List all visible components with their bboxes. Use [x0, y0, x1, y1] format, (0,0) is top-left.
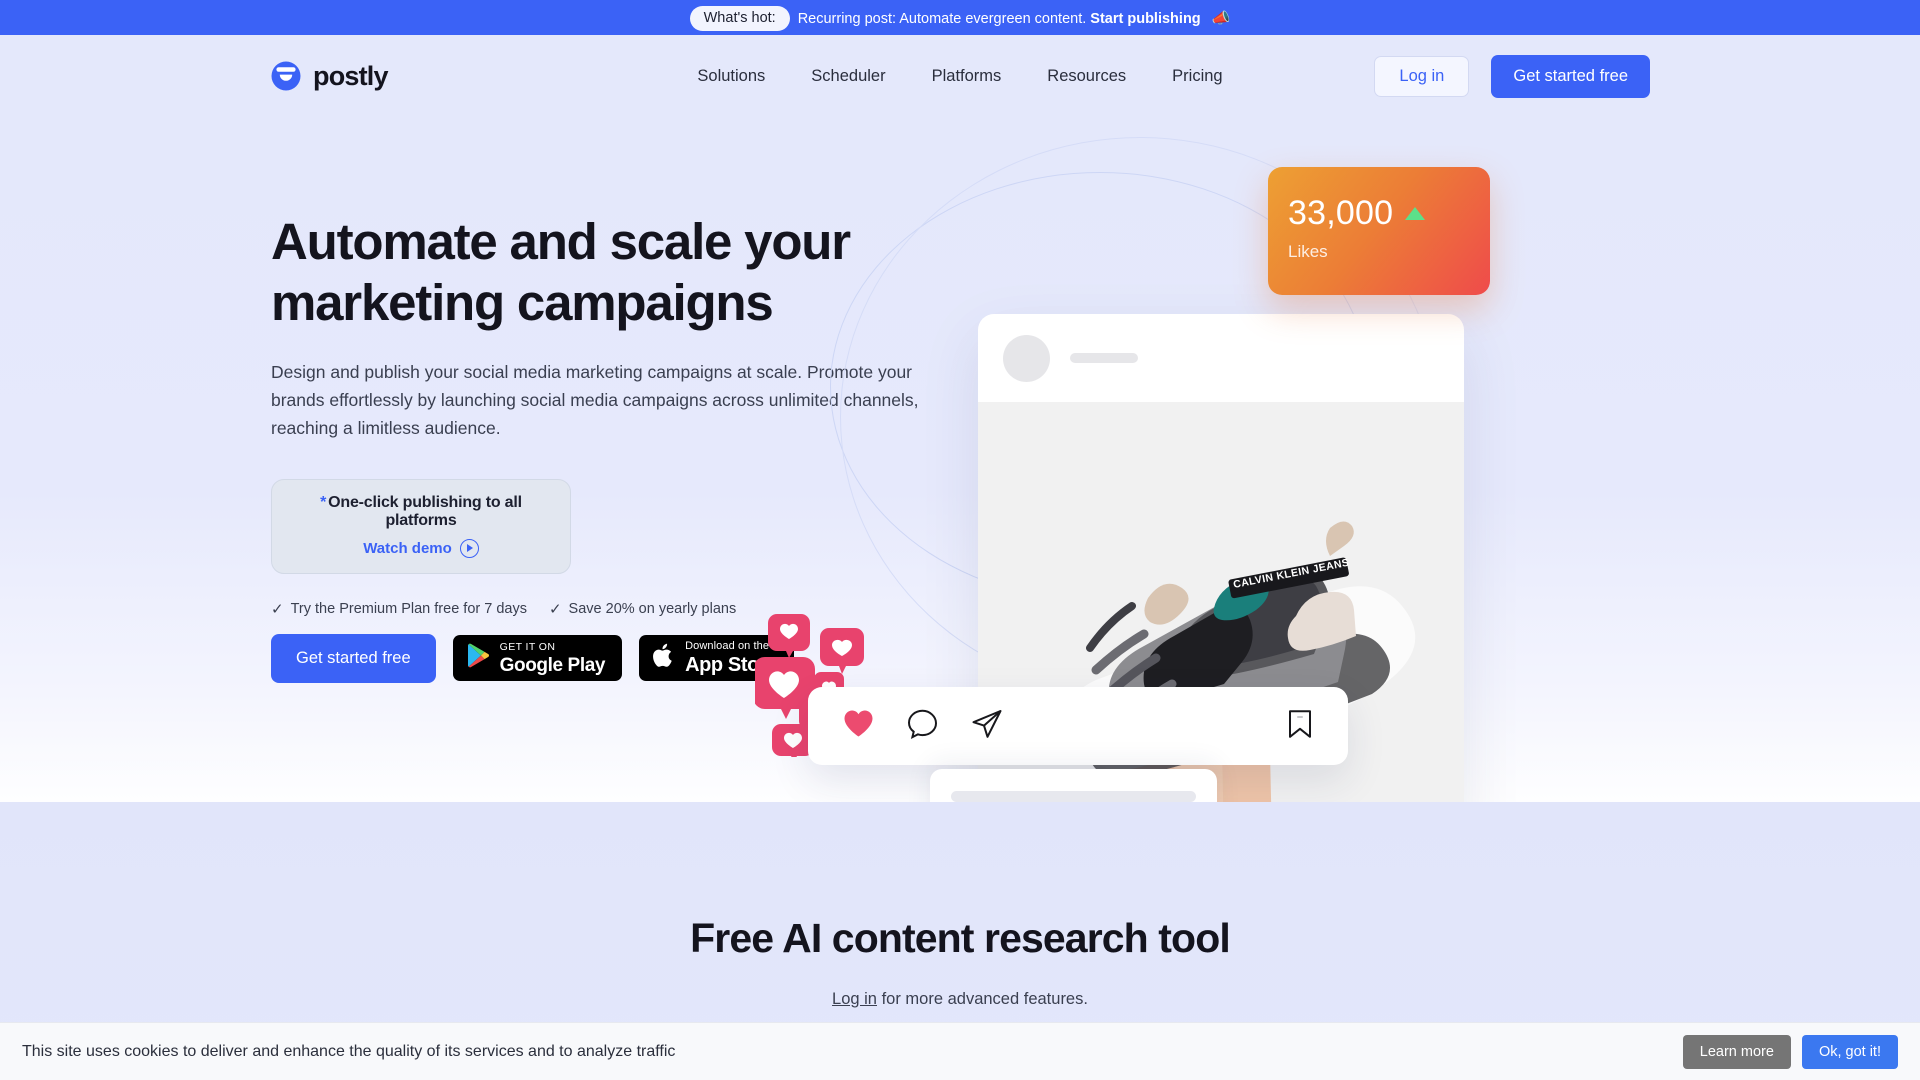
watch-demo-label: Watch demo — [363, 539, 452, 557]
likes-label: Likes — [1288, 242, 1328, 261]
hero-title: Automate and scale your marketing campai… — [271, 213, 851, 331]
ai-research-title: Free AI content research tool — [690, 915, 1231, 961]
cookie-consent-bar: This site uses cookies to deliver and en… — [0, 1022, 1920, 1080]
announcement-bar[interactable]: What's hot: Recurring post: Automate eve… — [0, 0, 1920, 35]
cookie-actions: Learn more Ok, got it! — [1682, 1034, 1898, 1069]
learn-more-button[interactable]: Learn more — [1682, 1034, 1791, 1069]
hero-artwork: CALVIN KLEIN JEANS 33,000 Likes — [753, 117, 1920, 837]
check-icon: ✓ — [548, 600, 562, 618]
perk-yearly-savings-label: Save 20% on yearly plans — [568, 600, 737, 617]
ai-research-login-link[interactable]: Log in — [832, 990, 877, 1008]
announcement-link[interactable]: Start publishing — [1090, 11, 1200, 27]
bookmark-icon[interactable] — [1287, 709, 1313, 744]
megaphone-icon: 📣 — [1211, 9, 1231, 27]
likes-value-row: 33,000 — [1288, 196, 1490, 230]
brand-name: postly — [313, 60, 389, 91]
asterisk-icon: * — [320, 493, 327, 511]
header-get-started-button[interactable]: Get started free — [1491, 54, 1650, 98]
username-placeholder — [1070, 353, 1138, 363]
perk-premium-trial-label: Try the Premium Plan free for 7 days — [290, 600, 527, 617]
one-click-publishing-text: One-click publishing to all platforms — [328, 493, 522, 529]
ai-research-subtitle-rest: for more advanced features. — [877, 990, 1088, 1008]
post-action-bar — [808, 687, 1348, 765]
cookie-message: This site uses cookies to deliver and en… — [22, 1042, 676, 1060]
trend-up-icon — [1405, 206, 1426, 220]
hero-get-started-button[interactable]: Get started free — [271, 633, 436, 683]
auth-actions: Log in Get started free — [1374, 54, 1650, 98]
hero-section: Automate and scale your marketing campai… — [0, 117, 1920, 837]
nav-item-solutions[interactable]: Solutions — [697, 67, 765, 86]
one-click-publishing-card: * One-click publishing to all platforms W… — [271, 478, 571, 574]
perk-premium-trial: ✓ Try the Premium Plan free for 7 days — [271, 600, 527, 618]
google-play-top-label: GET IT ON — [499, 641, 556, 654]
announcement-pill: What's hot: — [689, 5, 790, 32]
announcement-message: Recurring post: Automate evergreen conte… — [798, 9, 1231, 27]
accept-cookies-button[interactable]: Ok, got it! — [1801, 1034, 1898, 1069]
comment-icon[interactable] — [907, 709, 938, 744]
nav-item-pricing[interactable]: Pricing — [1172, 67, 1222, 86]
nav-item-resources[interactable]: Resources — [1047, 67, 1126, 86]
stat-card-wrap: 33,000 Likes — [1268, 167, 1628, 424]
share-icon[interactable] — [971, 709, 1003, 744]
apple-icon — [653, 643, 675, 674]
watch-demo-button[interactable]: Watch demo — [290, 538, 552, 558]
login-button[interactable]: Log in — [1374, 55, 1470, 97]
check-icon: ✓ — [271, 600, 284, 618]
avatar — [1003, 334, 1050, 382]
one-click-publishing-headline: * One-click publishing to all platforms — [290, 494, 552, 530]
primary-nav: Solutions Scheduler Platforms Resources … — [697, 67, 1222, 86]
nav-item-platforms[interactable]: Platforms — [932, 67, 1002, 86]
ai-research-subtitle: Log in for more advanced features. — [0, 990, 1920, 1009]
site-header: postly Solutions Scheduler Platforms Res… — [0, 35, 1920, 117]
google-play-badge[interactable]: GET IT ON Google Play — [452, 635, 623, 682]
caption-placeholder-line — [951, 791, 1196, 802]
likes-value: 33,000 — [1288, 194, 1394, 232]
like-icon[interactable] — [843, 709, 874, 743]
announcement-message-text: Recurring post: Automate evergreen conte… — [797, 10, 1087, 27]
play-icon — [459, 538, 479, 558]
google-play-icon — [467, 643, 490, 673]
likes-stat-card: 33,000 Likes — [1268, 167, 1490, 295]
postly-logo-icon — [270, 60, 302, 92]
nav-item-scheduler[interactable]: Scheduler — [811, 67, 885, 86]
brand-logo[interactable]: postly — [270, 60, 389, 92]
perk-yearly-savings: ✓ Save 20% on yearly plans — [549, 600, 736, 618]
google-play-bottom-label: Google Play — [499, 654, 606, 676]
